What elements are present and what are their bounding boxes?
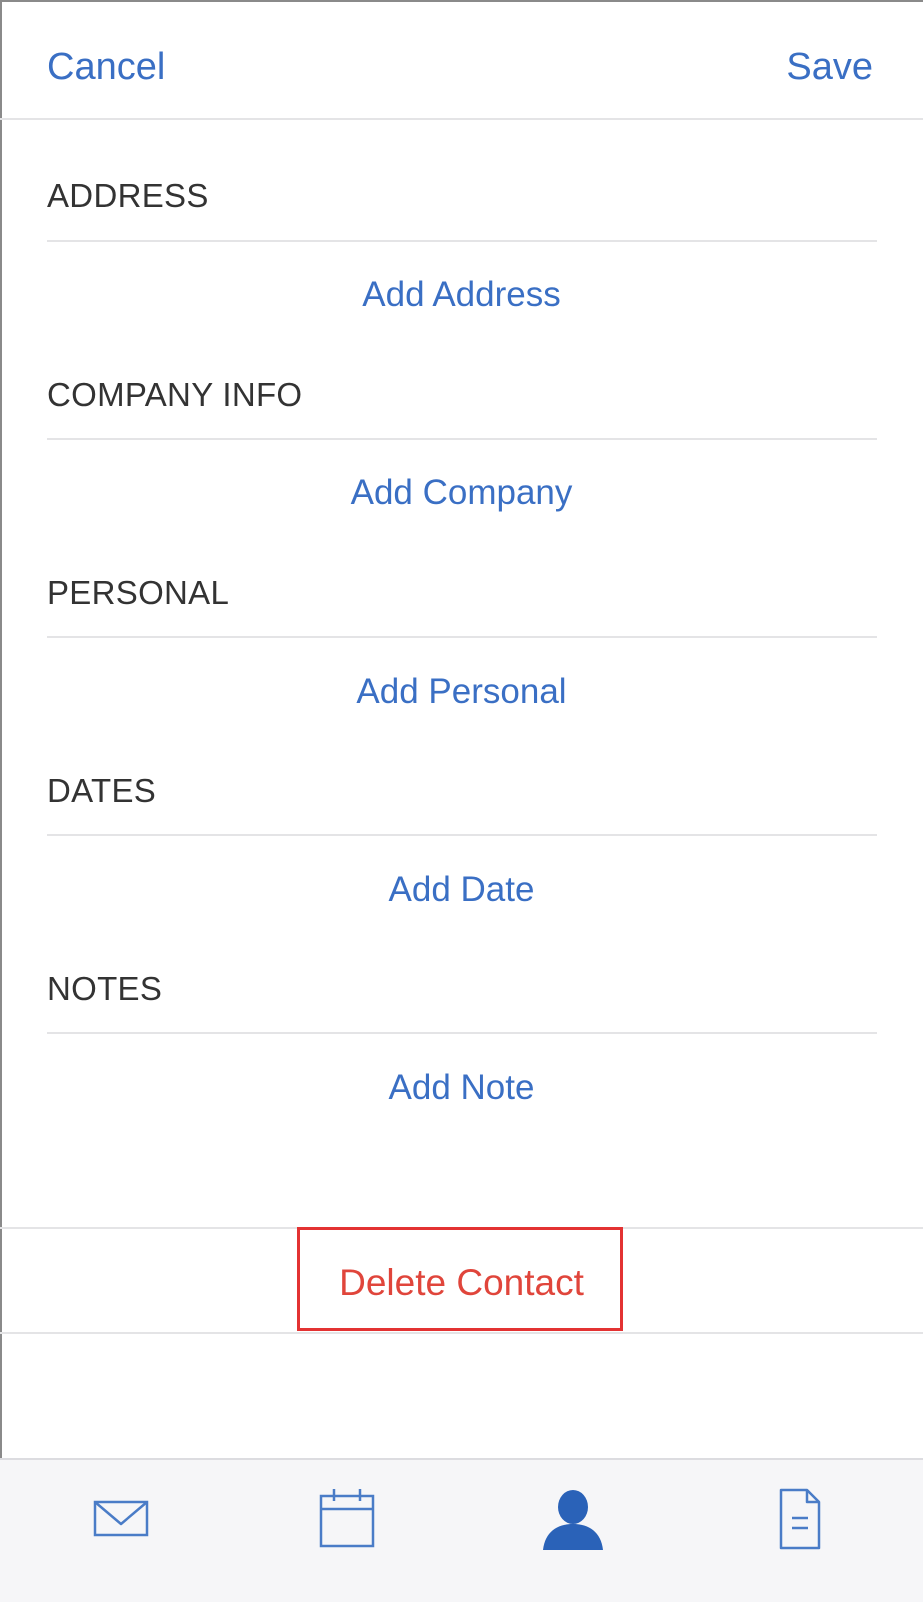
add-note-button[interactable]: Add Note — [0, 1067, 923, 1109]
tab-documents[interactable] — [759, 1478, 839, 1558]
contact-person-icon — [543, 1490, 603, 1550]
section-divider — [47, 834, 877, 836]
tab-mail[interactable] — [81, 1478, 161, 1558]
section-divider — [47, 636, 877, 638]
add-company-button[interactable]: Add Company — [0, 472, 923, 514]
navigation-bar: Cancel Save — [0, 0, 923, 120]
section-header-address: ADDRESS — [47, 177, 209, 214]
section-header-personal: PERSONAL — [47, 574, 230, 611]
add-personal-button[interactable]: Add Personal — [0, 671, 923, 713]
section-divider — [47, 240, 877, 242]
calendar-icon — [319, 1489, 375, 1548]
delete-contact-button[interactable]: Delete Contact — [0, 1261, 923, 1305]
add-address-button[interactable]: Add Address — [0, 274, 923, 316]
document-icon — [779, 1488, 821, 1550]
section-divider — [47, 438, 877, 440]
section-divider — [47, 1032, 877, 1034]
tab-calendar[interactable] — [307, 1478, 387, 1558]
section-header-dates: DATES — [47, 772, 157, 809]
save-button[interactable]: Save — [786, 44, 873, 90]
mail-icon — [93, 1500, 149, 1537]
tab-contacts[interactable] — [533, 1478, 613, 1558]
add-date-button[interactable]: Add Date — [0, 869, 923, 911]
cancel-button[interactable]: Cancel — [47, 44, 165, 90]
section-header-notes: NOTES — [47, 970, 163, 1007]
section-header-company-info: COMPANY INFO — [47, 376, 303, 413]
tab-bar — [0, 1458, 923, 1602]
delete-row-bottom-divider — [0, 1332, 923, 1334]
